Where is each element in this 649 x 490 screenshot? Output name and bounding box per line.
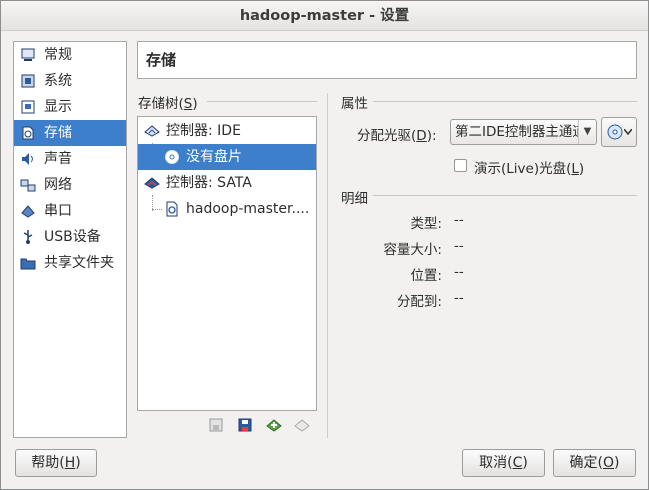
display-icon: [21, 100, 35, 114]
title-text: 存储树(: [138, 96, 184, 112]
mnemonic: L: [571, 161, 579, 177]
folder-icon: [20, 258, 36, 270]
cancel-button[interactable]: 取消(C): [462, 449, 545, 477]
sidebar-item-label: 共享文件夹: [44, 255, 114, 271]
tree-node-label: hadoop-master....: [186, 201, 310, 217]
page-title: 存储: [137, 41, 637, 79]
detail-value-type: --: [454, 212, 464, 228]
chevron-down-icon: ▼: [578, 120, 596, 144]
sidebar-item-storage[interactable]: 存储: [14, 120, 126, 146]
sidebar-item-serial[interactable]: 串口: [14, 198, 126, 224]
optical-drive-select[interactable]: 第二IDE控制器主通道 ▼: [450, 119, 597, 145]
monitor-general-icon: [21, 48, 35, 61]
detail-value-size: --: [454, 238, 464, 254]
mnemonic: C: [512, 455, 523, 471]
details-title: 明细: [341, 191, 368, 207]
sidebar-item-label: 显示: [44, 99, 72, 115]
usb-icon: [23, 230, 33, 244]
vertical-divider: [327, 93, 328, 438]
chip-icon: [21, 74, 35, 88]
settings-sidebar: 常规 系统 显示 存储 声音 网络 串口 USB设备 共享文件夹: [13, 41, 127, 438]
tree-node-ide-controller[interactable]: 控制器: IDE: [138, 118, 316, 144]
button-text: 帮助(: [31, 455, 65, 471]
choose-disc-button[interactable]: [601, 117, 637, 147]
speaker-icon: [22, 153, 33, 165]
controller-icon: [144, 125, 160, 137]
button-text: ): [614, 455, 620, 471]
sidebar-item-audio[interactable]: 声音: [14, 146, 126, 172]
detail-value-attached-to: --: [454, 290, 464, 306]
divider: [207, 101, 317, 102]
chevron-down-icon: [624, 129, 632, 135]
controller-icon: [144, 177, 160, 189]
sidebar-item-general[interactable]: 常规: [14, 42, 126, 68]
sidebar-item-label: 网络: [44, 177, 72, 193]
sidebar-item-shared-folders[interactable]: 共享文件夹: [14, 250, 126, 276]
tree-node-empty-disc[interactable]: 没有盘片: [138, 144, 316, 170]
remove-attachment-icon[interactable]: [236, 416, 254, 434]
drive-label: 分配光驱(D):: [357, 124, 437, 144]
add-attachment-icon[interactable]: [207, 416, 225, 434]
button-text: 取消(: [479, 455, 513, 471]
title-text: ): [192, 96, 198, 112]
mnemonic: H: [64, 455, 76, 471]
sidebar-item-label: 声音: [44, 151, 72, 167]
detail-label-size: 容量大小:: [383, 242, 442, 258]
tree-node-hard-disk[interactable]: hadoop-master....: [138, 196, 316, 222]
label-text: ):: [426, 128, 437, 144]
sidebar-item-system[interactable]: 系统: [14, 68, 126, 94]
label-text: 分配光驱(: [357, 128, 417, 144]
sidebar-item-label: USB设备: [44, 229, 101, 245]
network-icon: [20, 179, 36, 192]
divider: [373, 195, 637, 196]
button-text: ): [522, 455, 528, 471]
window-title: hadoop-master - 设置: [1, 1, 648, 31]
detail-label-location: 位置:: [410, 268, 442, 284]
label-text: ): [578, 161, 585, 177]
button-text: 确定(: [569, 455, 603, 471]
tree-node-label: 控制器: SATA: [166, 175, 252, 191]
tree-node-sata-controller[interactable]: 控制器: SATA: [138, 170, 316, 196]
help-button[interactable]: 帮助(H): [15, 449, 97, 477]
sidebar-item-network[interactable]: 网络: [14, 172, 126, 198]
detail-value-location: --: [454, 264, 464, 280]
sidebar-item-usb[interactable]: USB设备: [14, 224, 126, 250]
select-value: 第二IDE控制器主通道: [455, 124, 586, 140]
storage-tree-title: 存储树(S): [138, 92, 198, 112]
mnemonic: D: [416, 128, 427, 144]
button-text: ): [75, 455, 81, 471]
sidebar-item-label: 常规: [44, 47, 72, 63]
live-cd-label[interactable]: 演示(Live)光盘(L): [474, 157, 584, 177]
sidebar-item-label: 存储: [44, 125, 72, 141]
settings-window: hadoop-master - 设置 常规 系统 显示 存储 声音 网络 串口 …: [0, 0, 649, 490]
serial-port-icon: [21, 205, 35, 218]
detail-label-type: 类型:: [410, 216, 442, 232]
tree-node-label: 控制器: IDE: [166, 123, 241, 139]
attributes-title: 属性: [341, 96, 368, 112]
divider: [373, 101, 637, 102]
live-cd-checkbox[interactable]: [454, 159, 467, 172]
optical-disc-icon: [607, 124, 623, 140]
sidebar-item-display[interactable]: 显示: [14, 94, 126, 120]
storage-tree[interactable]: 控制器: IDE 没有盘片 控制器: SATA hadoop-master...…: [137, 116, 317, 411]
detail-label-attached-to: 分配到:: [396, 294, 442, 310]
sidebar-item-label: 串口: [44, 203, 72, 219]
ok-button[interactable]: 确定(O): [553, 449, 636, 477]
storage-icon: [22, 126, 34, 140]
label-text: 演示(Live)光盘(: [474, 161, 572, 177]
hard-disk-icon: [166, 201, 178, 217]
add-controller-icon[interactable]: [265, 416, 283, 434]
remove-controller-icon[interactable]: [293, 416, 311, 434]
sidebar-item-label: 系统: [44, 73, 72, 89]
optical-disc-icon: [165, 150, 179, 164]
tree-node-label: 没有盘片: [186, 149, 242, 165]
mnemonic: O: [602, 455, 615, 471]
